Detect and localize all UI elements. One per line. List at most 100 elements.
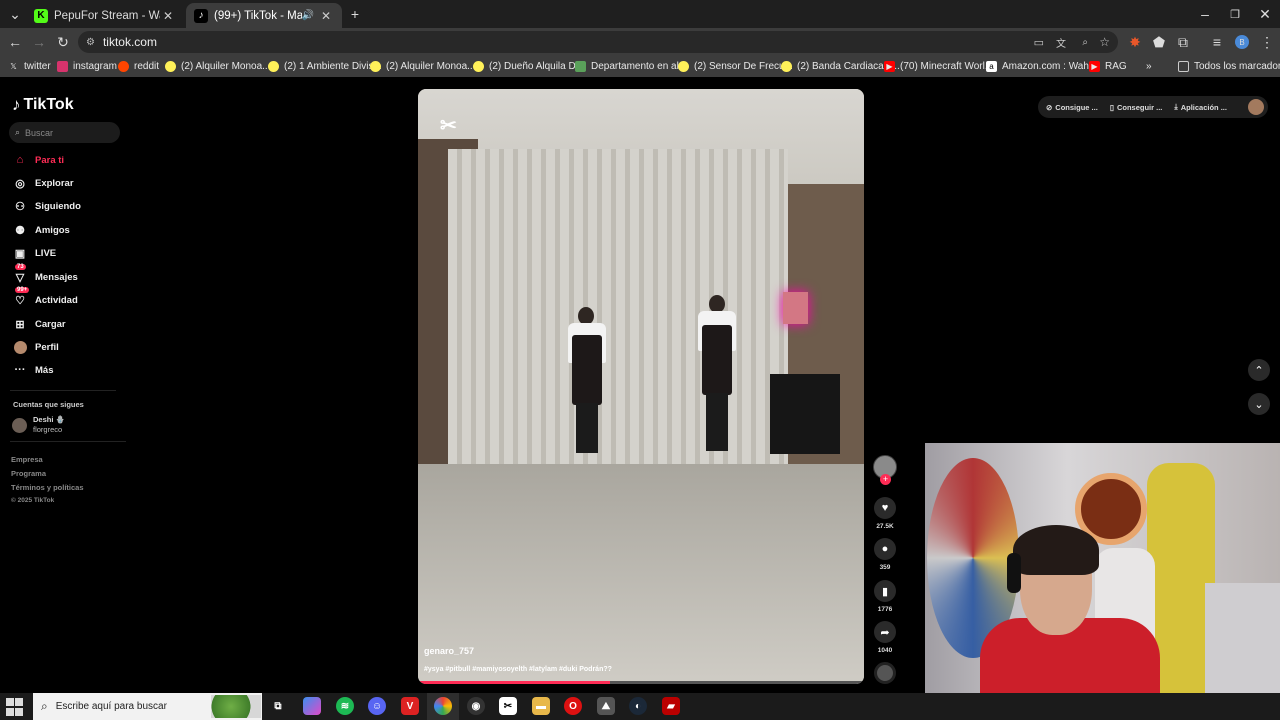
tiktok-logo[interactable]: ♪ TikTok — [12, 95, 74, 115]
tab-search-chevron-icon[interactable]: ⌄ — [4, 4, 26, 24]
media-control-icon[interactable]: ≡ — [1206, 32, 1228, 52]
bookmark-item[interactable]: Departamento en al... — [575, 59, 687, 74]
file-explorer-icon[interactable]: ▬ — [532, 697, 550, 715]
nav-mas[interactable]: ··· Más — [12, 361, 54, 379]
account-username: florgreco — [33, 425, 63, 434]
bookmark-item[interactable]: (2) 1 Ambiente Divis... — [268, 59, 382, 74]
desktop-app-button[interactable]: ⤓ Aplicación ... — [1174, 102, 1227, 112]
tab-tiktok[interactable]: ♪ (99+) TikTok - Make Your Da 🔊 ✕ — [186, 3, 342, 28]
search-input[interactable]: ⌕ Buscar — [9, 122, 120, 143]
voicemod-icon[interactable]: V — [401, 697, 419, 715]
get-coins-button[interactable]: ⊘ Consigue ... — [1046, 103, 1098, 112]
new-tab-button[interactable]: + — [344, 4, 366, 24]
bookmark-item[interactable]: (2) Alquiler Monoa... — [165, 59, 271, 74]
nav-mensajes[interactable]: ▽ 73 Mensajes — [12, 264, 78, 286]
close-tab-icon[interactable]: ✕ — [318, 9, 334, 23]
get-app-button[interactable]: ▯ Conseguir ... — [1110, 103, 1163, 112]
previous-video-button[interactable]: ⌃ — [1248, 359, 1270, 381]
bookmark-item[interactable]: a Amazon.com : Wah... — [986, 59, 1097, 74]
music-disc-icon[interactable] — [874, 662, 896, 684]
follow-plus-icon[interactable]: + — [880, 474, 891, 485]
site-info-icon[interactable]: ⚙ — [86, 37, 95, 48]
footer-link-terms[interactable]: Términos y políticas — [11, 483, 84, 492]
footer-link-programa[interactable]: Programa — [11, 469, 46, 478]
followed-account[interactable]: Deshi 🪬 florgreco — [12, 415, 65, 435]
minimize-button[interactable]: – — [1194, 4, 1216, 24]
close-window-button[interactable]: ✕ — [1254, 4, 1276, 24]
mercadolibre-icon — [165, 61, 176, 72]
nav-para-ti[interactable]: ⌂ Para ti — [12, 151, 64, 169]
bookmark-item[interactable]: ▶ (70) Minecraft Worl... — [884, 59, 993, 74]
bookmark-item[interactable]: ▶ RAG — [1089, 59, 1127, 74]
translate-icon[interactable]: 文 — [1056, 35, 1066, 50]
windows-start-icon[interactable] — [6, 698, 24, 716]
video-caption[interactable]: #ysya #pitbull #mamiyosoyelth #latylam #… — [424, 666, 612, 673]
comment-action[interactable]: ● 359 — [873, 538, 897, 571]
bookmark-item[interactable]: (2) Dueño Alquila D... — [473, 59, 584, 74]
heart-icon[interactable]: ♥ — [874, 497, 896, 519]
extension-shield-icon[interactable]: ⬟ — [1148, 32, 1170, 52]
nav-explorar[interactable]: ◎ Explorar — [12, 174, 73, 192]
bookmark-star-icon[interactable]: ☆ — [1099, 35, 1110, 49]
more-bookmarks-button[interactable]: » — [1146, 59, 1152, 74]
back-button[interactable]: ← — [4, 32, 26, 52]
nav-amigos[interactable]: ⚉ Amigos — [12, 221, 70, 239]
install-app-icon[interactable]: ▭ — [1034, 36, 1044, 49]
copilot-icon[interactable] — [303, 697, 321, 715]
close-tab-icon[interactable]: ✕ — [160, 9, 176, 23]
top-actions-bar: ⊘ Consigue ... ▯ Conseguir ... ⤓ Aplicación… — [1038, 96, 1268, 118]
nav-live[interactable]: ▣ LIVE — [12, 244, 56, 262]
all-bookmarks-folder[interactable]: Todos los marcadores — [1178, 59, 1280, 74]
opera-icon[interactable]: O — [564, 697, 582, 715]
search-icon: ⌕ — [15, 127, 21, 137]
profile-avatar[interactable]: B — [1231, 32, 1253, 52]
taskbar-search-input[interactable]: ⌕ Escribe aquí para buscar — [33, 693, 262, 720]
app-red-icon[interactable]: ▰ — [662, 697, 680, 715]
share-action[interactable]: ➦ 1040 — [873, 621, 897, 654]
reload-button[interactable]: ↻ — [52, 32, 74, 52]
compass-icon: ◎ — [15, 177, 25, 190]
bookmark-item[interactable]: (2) Alquiler Monoa... — [370, 59, 476, 74]
tab-kick[interactable]: K PepuFor Stream - Watch Live on ✕ — [26, 3, 184, 28]
nav-perfil[interactable]: Perfil — [12, 338, 59, 356]
bookmark-icon[interactable]: ▮ — [874, 580, 896, 602]
forward-button[interactable]: → — [28, 32, 50, 52]
user-avatar[interactable] — [1248, 99, 1264, 115]
obs-icon[interactable]: ◉ — [467, 697, 485, 715]
bookmark-item[interactable]: instagram — [57, 59, 117, 74]
bookmark-item[interactable]: (2) Banda Cardiaca J... — [781, 59, 900, 74]
extensions-puzzle-icon[interactable]: ⧉ — [1172, 32, 1194, 52]
app-icon[interactable]: ⛰ — [597, 697, 615, 715]
restore-button[interactable]: ❐ — [1224, 4, 1246, 24]
task-view-icon[interactable]: ⧉ — [269, 697, 287, 715]
sidebar-divider — [10, 390, 116, 391]
bookmark-item[interactable]: reddit — [118, 59, 159, 74]
capcut-icon[interactable]: ✂ — [499, 697, 517, 715]
footer-link-empresa[interactable]: Empresa — [11, 455, 43, 464]
like-action[interactable]: ♥ 27.5K — [873, 497, 897, 530]
nav-cargar[interactable]: ⊞ Cargar — [12, 315, 65, 333]
video-progress-bar[interactable] — [418, 681, 864, 684]
steam-icon[interactable]: ◐ — [629, 697, 647, 715]
video-username[interactable]: genaro_757 — [424, 646, 474, 656]
discord-icon[interactable]: ☺ — [368, 697, 386, 715]
save-action[interactable]: ▮ 1776 — [873, 580, 897, 613]
address-bar[interactable]: ⚙ tiktok.com ▭ 文 ⌕ ☆ — [78, 31, 1118, 53]
spotify-icon[interactable]: ≋ — [336, 697, 354, 715]
speaker-icon[interactable]: 🔊 — [302, 10, 314, 21]
tab-title: PepuFor Stream - Watch Live on — [54, 9, 160, 22]
comment-icon[interactable]: ● — [874, 538, 896, 560]
zoom-icon[interactable]: ⌕ — [1082, 37, 1088, 48]
video-player[interactable]: ✂ genaro_757 #ysya #pitbull #mamiyosoyel… — [418, 89, 864, 684]
bookmark-item[interactable]: (2) Sensor De Frecu... — [678, 59, 793, 74]
extension-icon[interactable]: ✸ — [1124, 32, 1146, 52]
nav-siguiendo[interactable]: ⚇ Siguiendo — [12, 197, 81, 215]
next-video-button[interactable]: ⌄ — [1248, 393, 1270, 415]
bookmark-item[interactable]: 𝕏twitter — [8, 59, 50, 74]
youtube-icon: ▶ — [1089, 61, 1100, 72]
browser-menu-icon[interactable]: ⋮ — [1256, 32, 1278, 52]
nav-actividad[interactable]: ♡ 99+ Actividad — [12, 287, 78, 309]
share-icon[interactable]: ➦ — [874, 621, 896, 643]
video-progress-fill — [418, 681, 610, 684]
chrome-icon[interactable] — [434, 697, 452, 715]
